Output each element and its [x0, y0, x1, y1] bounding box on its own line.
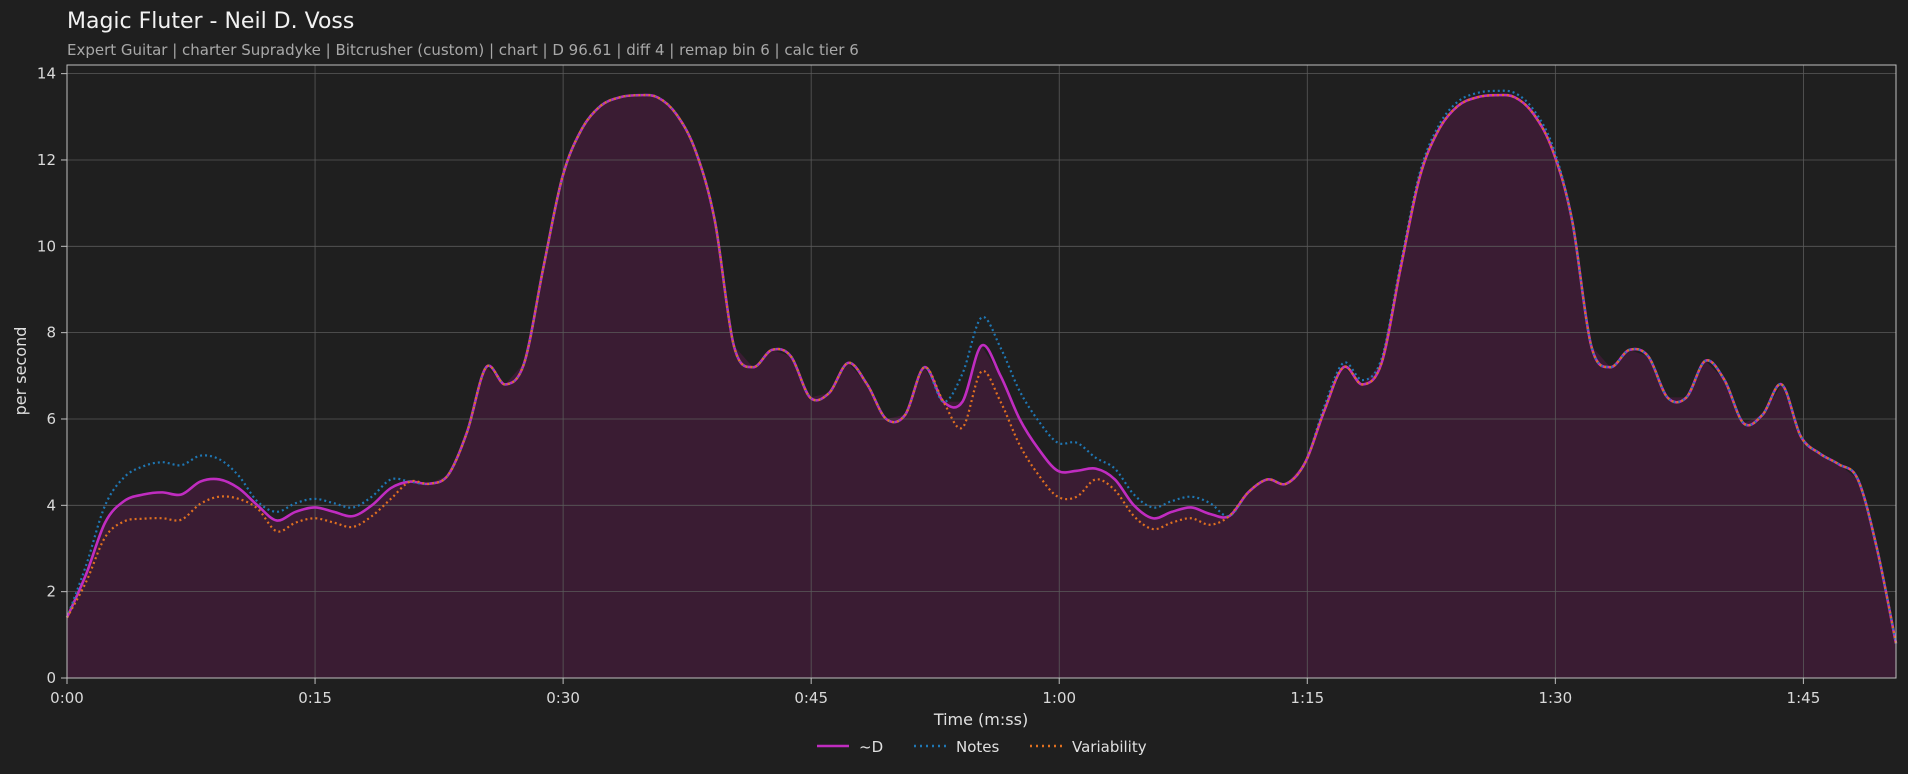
x-tick-label: 1:15 — [1290, 689, 1324, 707]
chart-title: Magic Fluter - Neil D. Voss — [67, 9, 354, 34]
x-tick-label: 1:00 — [1042, 689, 1076, 707]
legend: ~D Notes Variability — [817, 738, 1147, 756]
y-axis-label: per second — [11, 327, 30, 416]
y-tick-label: 10 — [37, 237, 56, 255]
legend-label-d: ~D — [859, 738, 883, 756]
legend-label-notes: Notes — [956, 738, 1000, 756]
chart-svg: Magic Fluter - Neil D. Voss Expert Guita… — [11, 9, 1898, 756]
y-tick-label: 14 — [37, 65, 56, 83]
y-tick-label: 6 — [46, 410, 56, 428]
chart-subtitle: Expert Guitar | charter Supradyke | Bitc… — [67, 41, 859, 59]
y-tick-label: 4 — [46, 496, 56, 514]
legend-label-variability: Variability — [1072, 738, 1147, 756]
x-tick-label: 0:30 — [546, 689, 580, 707]
chart-root: Magic Fluter - Neil D. Voss Expert Guita… — [0, 0, 1908, 774]
x-tick-label: 0:45 — [794, 689, 828, 707]
y-tick-label: 8 — [46, 324, 56, 342]
x-tick-label: 0:15 — [298, 689, 332, 707]
plot-area: 0:00 0:15 0:30 0:45 1:00 1:15 1:30 1:45 0 2 4 6 8 10 1… — [37, 64, 1898, 707]
x-tick-label: 1:30 — [1538, 689, 1572, 707]
y-tick-label: 12 — [37, 151, 56, 169]
y-tick-label: 2 — [46, 583, 56, 601]
y-tick-label: 0 — [46, 669, 56, 687]
x-tick-label: 1:45 — [1787, 689, 1821, 707]
x-axis-label: Time (m:ss) — [933, 710, 1028, 729]
x-tick-label: 0:00 — [50, 689, 84, 707]
